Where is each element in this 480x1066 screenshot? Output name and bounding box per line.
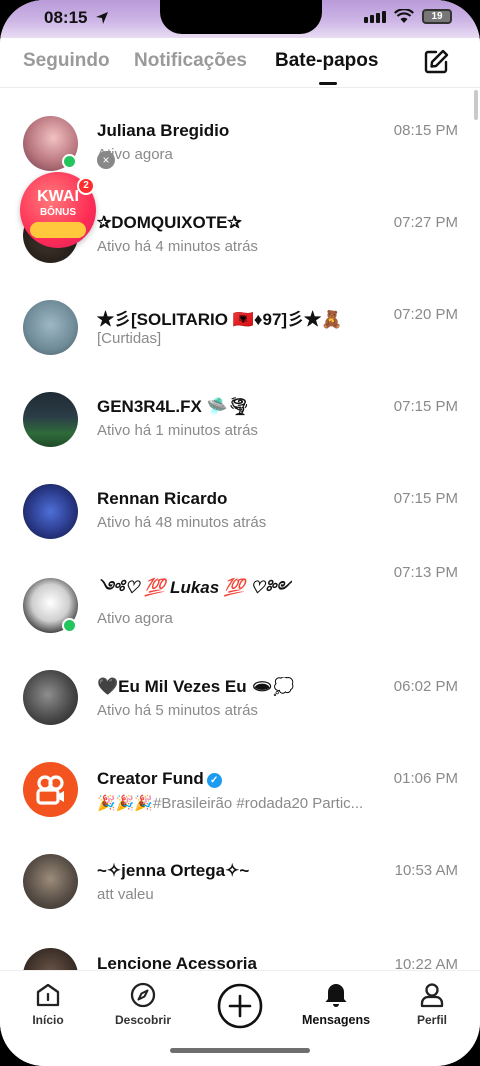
message-time: 07:13 PM	[393, 564, 458, 581]
conversation-row[interactable]: ★彡[SOLITARIO 🇦🇱♦97]彡★🧸 [Curtidas] 07:20 …	[0, 272, 480, 364]
conversation-row[interactable]: Juliana Bregidio Ativo agora 08:15 PM	[0, 88, 480, 180]
contact-name: Lencione Acessoria	[97, 954, 257, 970]
message-time: 07:15 PM	[393, 398, 458, 415]
message-time: 07:27 PM	[393, 214, 458, 231]
contact-status: Ativo há 1 minutos atrás	[97, 422, 258, 439]
avatar	[23, 484, 78, 539]
message-time: 10:53 AM	[394, 862, 458, 879]
conversation-row[interactable]: ༺♡ 💯 Lukas 💯 ♡༻ Ativo agora 07:13 PM	[0, 548, 480, 640]
home-icon	[36, 983, 60, 1007]
coins-icon	[30, 222, 86, 238]
contact-name: ✰DOMQUIXOTE✰	[97, 213, 242, 232]
nav-descobrir[interactable]: Descobrir	[98, 981, 188, 1027]
conversation-row[interactable]: GEN3R4L.FX 🛸🌪 Ativo há 1 minutos atrás 0…	[0, 364, 480, 456]
tab-seguindo[interactable]: Seguindo	[23, 50, 110, 72]
tab-notificacoes[interactable]: Notificações	[134, 50, 247, 72]
kwai-bonus-subtitle: BÔNUS	[39, 207, 77, 218]
kwai-logo-icon	[36, 775, 64, 805]
nav-label: Descobrir	[114, 1013, 172, 1027]
contact-status: att valeu	[97, 886, 154, 903]
contact-status: Ativo agora	[97, 610, 173, 627]
cellular-signal-icon	[364, 10, 386, 23]
contact-status: Ativo há 4 minutos atrás	[97, 238, 258, 255]
wifi-icon	[394, 9, 414, 23]
nav-label: Perfil	[416, 1013, 447, 1027]
online-indicator	[62, 154, 77, 169]
message-time: 07:15 PM	[393, 490, 458, 507]
avatar	[23, 762, 78, 817]
contact-status: [Curtidas]	[97, 330, 162, 347]
phone-screen: 08:15 19 Seguindo Notificações Bate-papo…	[0, 0, 480, 1066]
location-arrow-icon	[96, 12, 108, 24]
tab-bate-papos[interactable]: Bate-papos	[275, 50, 378, 72]
message-time: 07:20 PM	[393, 306, 458, 323]
contact-name: ༺♡ 💯 Lukas 💯 ♡༻	[97, 578, 293, 597]
kwai-bonus-close-button[interactable]: ×	[97, 151, 115, 169]
nav-mensagens[interactable]: Mensagens	[291, 981, 381, 1027]
message-time: 08:15 PM	[393, 122, 458, 139]
verified-badge-icon: ✓	[206, 773, 222, 788]
scrollbar[interactable]	[474, 90, 478, 120]
battery-icon: 19	[422, 9, 452, 24]
create-plus-icon	[217, 983, 263, 1029]
profile-icon	[420, 983, 444, 1008]
contact-name-text: Creator Fund	[97, 769, 204, 788]
conversation-row[interactable]: Rennan Ricardo Ativo há 48 minutos atrás…	[0, 456, 480, 548]
status-bar: 08:15 19	[0, 0, 480, 38]
message-time: 01:06 PM	[393, 770, 458, 787]
nav-label: Início	[32, 1013, 64, 1027]
contact-name: Creator Fund ✓	[97, 769, 222, 789]
active-tab-indicator	[319, 82, 337, 85]
conversation-row[interactable]: Lencione Acessoria 10:22 AM	[0, 916, 480, 970]
online-indicator	[62, 618, 77, 633]
status-time: 08:15	[44, 8, 88, 27]
nav-perfil[interactable]: Perfil	[387, 981, 477, 1027]
contact-status: Ativo há 5 minutos atrás	[97, 702, 258, 719]
device-notch	[160, 0, 322, 34]
contact-name: Rennan Ricardo	[97, 489, 228, 508]
avatar	[23, 392, 78, 447]
nav-inicio[interactable]: Início	[3, 981, 93, 1027]
compass-icon	[130, 982, 156, 1008]
nav-create[interactable]	[195, 983, 285, 1029]
contact-name: Juliana Bregidio	[97, 121, 230, 140]
kwai-bonus-badge: 2	[77, 177, 95, 195]
nav-label: Mensagens	[301, 1013, 371, 1027]
compose-icon[interactable]	[422, 48, 450, 76]
conversation-row[interactable]: Creator Fund ✓ 🎉🎉🎉#Brasileirão #rodada20 …	[0, 732, 480, 824]
avatar	[23, 854, 78, 909]
status-right: 19	[364, 9, 452, 24]
contact-status: Ativo há 48 minutos atrás	[97, 514, 267, 531]
contact-name: ★彡[SOLITARIO 🇦🇱♦97]彡★🧸	[97, 310, 343, 329]
avatar	[23, 300, 78, 355]
message-time: 10:22 AM	[394, 956, 458, 970]
message-time: 06:02 PM	[393, 678, 458, 695]
conversation-row[interactable]: ~✧jenna Ortega✧~ att valeu 10:53 AM	[0, 824, 480, 916]
contact-name: ~✧jenna Ortega✧~	[97, 861, 250, 880]
conversation-row[interactable]: 🖤Eu Mil Vezes Eu 🕳💭 Ativo há 5 minutos a…	[0, 640, 480, 732]
contact-name: GEN3R4L.FX 🛸🌪	[97, 397, 250, 416]
contact-name: 🖤Eu Mil Vezes Eu 🕳💭	[97, 677, 295, 696]
top-tabs: Seguindo Notificações Bate-papos	[0, 38, 480, 88]
home-indicator	[170, 1048, 310, 1053]
contact-status: 🎉🎉🎉#Brasileirão #rodada20 Partic...	[97, 795, 364, 812]
avatar	[23, 948, 78, 970]
avatar	[23, 670, 78, 725]
bell-icon	[325, 984, 347, 1007]
